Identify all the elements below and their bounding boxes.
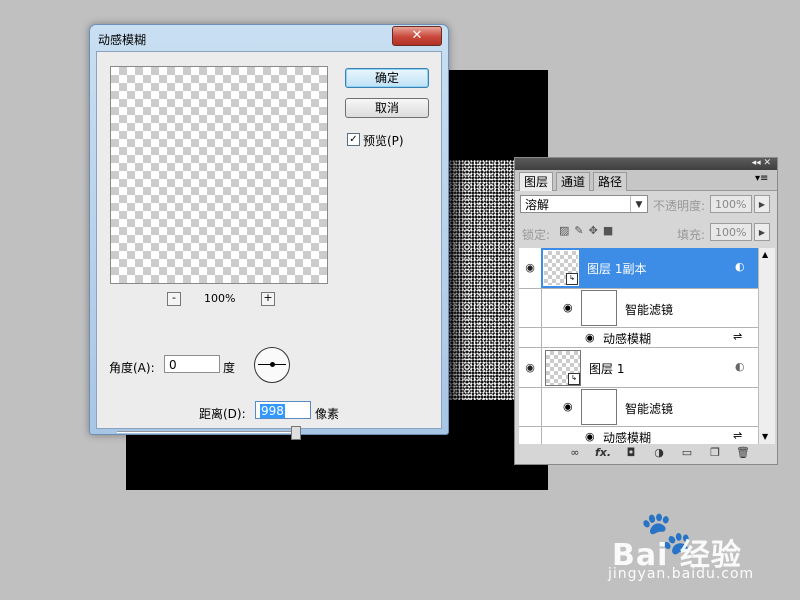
layer-thumbnail[interactable]: ↳ — [543, 250, 579, 286]
layer-row[interactable]: ◉ ↳ 图层 1 ◐ — [519, 348, 758, 388]
smart-filter-badge-icon: ◐ — [735, 360, 745, 373]
filter-eye-icon[interactable]: ◉ — [585, 430, 595, 443]
layers-bottom-bar: ∞ fx. ◘ ◑ ▭ ❐ 🗑 — [519, 446, 773, 462]
smart-filter-label: 智能滤镜 — [625, 303, 674, 317]
panel-menu-icon[interactable]: ▾≡ — [755, 173, 768, 184]
smart-filter-row[interactable]: ◉ 智能滤镜 — [519, 289, 758, 328]
zoom-out-button[interactable]: - — [167, 292, 181, 306]
smart-object-icon: ↳ — [568, 373, 580, 385]
layer-row[interactable]: ◉ ↳ 图层 1副本 ◐ — [519, 248, 758, 289]
lock-paint-icon[interactable]: ✎ — [574, 224, 588, 237]
scroll-up-icon[interactable]: ▲ — [762, 250, 768, 259]
filter-options-icon[interactable]: ⇌ — [733, 429, 742, 442]
layers-panel: ◂◂ ✕ 图层 通道 路径 ▾≡ 溶解 ▼ 不透明度: 100% ▶ 锁定: ▨… — [514, 157, 778, 465]
panel-collapse-close[interactable]: ◂◂ ✕ — [752, 158, 771, 168]
angle-unit: 度 — [223, 361, 236, 375]
watermark-url: jingyan.baidu.com — [608, 566, 755, 582]
fill-arrow-button[interactable]: ▶ — [754, 223, 770, 241]
visibility-eye-icon[interactable]: ◉ — [519, 348, 542, 387]
filter-row[interactable]: ◉ 动感模糊 ⇌ — [519, 328, 758, 348]
distance-unit: 像素 — [315, 407, 340, 421]
opacity-field[interactable]: 100% — [710, 195, 752, 213]
layer-name[interactable]: 图层 1 — [589, 360, 624, 377]
filter-name: 动感模糊 — [603, 332, 652, 346]
distance-label: 距离(D): — [199, 407, 246, 421]
opacity-label: 不透明度: — [653, 199, 706, 213]
lock-all-icon[interactable]: ■ — [603, 224, 618, 237]
smart-object-icon: ↳ — [566, 273, 578, 285]
smart-filter-row[interactable]: ◉ 智能滤镜 — [519, 388, 758, 427]
filter-eye-icon[interactable]: ◉ — [585, 331, 595, 344]
tab-channels[interactable]: 通道 — [556, 172, 591, 191]
lock-move-icon[interactable]: ✥ — [589, 224, 603, 237]
tab-paths[interactable]: 路径 — [593, 172, 628, 191]
tab-layers[interactable]: 图层 — [519, 172, 554, 191]
chevron-down-icon: ▼ — [630, 196, 647, 212]
angle-dial[interactable] — [254, 347, 290, 383]
filter-mask-thumbnail[interactable] — [581, 389, 617, 425]
angle-label: 角度(A): — [109, 361, 155, 375]
preview-area[interactable] — [110, 66, 328, 284]
preview-checkbox[interactable]: ✓ — [347, 133, 360, 146]
dialog-body: - 100% + 确定 取消 ✓ 预览(P) 角度(A): 0 度 距离(D):… — [96, 51, 442, 440]
ok-button[interactable]: 确定 — [345, 68, 429, 88]
filter-visibility-eye-icon[interactable]: ◉ — [563, 301, 573, 314]
layers-list: ◉ ↳ 图层 1副本 ◐ ◉ 智能滤镜 ◉ 动感模糊 ⇌ ◉ ↳ 图层 1 ◐ … — [519, 248, 758, 444]
distance-input[interactable]: 998 — [255, 401, 311, 419]
angle-dial-center — [270, 362, 275, 367]
lock-icons[interactable]: ▨✎✥■ — [559, 224, 618, 237]
filter-mask-thumbnail[interactable] — [581, 290, 617, 326]
trash-icon[interactable]: 🗑 — [735, 446, 751, 460]
filter-options-icon[interactable]: ⇌ — [733, 330, 742, 343]
layer-thumbnail[interactable]: ↳ — [545, 350, 581, 386]
visibility-eye-icon[interactable]: ◉ — [519, 248, 541, 288]
distance-slider-track[interactable] — [117, 431, 297, 433]
blend-mode-select[interactable]: 溶解 ▼ — [520, 195, 648, 213]
lock-label: 锁定: — [522, 228, 551, 242]
distance-value-selected: 998 — [260, 404, 285, 418]
blend-mode-value: 溶解 — [525, 198, 550, 212]
motion-blur-dialog: 动感模糊 ✕ - 100% + 确定 取消 ✓ 预览(P) 角度(A): 0 度… — [89, 24, 449, 440]
adjustment-icon[interactable]: ◑ — [651, 446, 667, 460]
fx-icon[interactable]: fx. — [595, 446, 611, 460]
filter-row[interactable]: ◉ 动感模糊 ⇌ — [519, 427, 758, 444]
layers-scrollbar[interactable]: ▲ ▼ — [758, 248, 775, 444]
opacity-arrow-button[interactable]: ▶ — [754, 195, 770, 213]
dialog-title: 动感模糊 — [98, 33, 147, 47]
folder-icon[interactable]: ▭ — [679, 446, 695, 460]
close-button[interactable]: ✕ — [392, 26, 442, 46]
filter-visibility-eye-icon[interactable]: ◉ — [563, 400, 573, 413]
fill-field[interactable]: 100% — [710, 223, 752, 241]
link-icon[interactable]: ∞ — [567, 446, 583, 460]
smart-filter-label: 智能滤镜 — [625, 402, 674, 416]
cancel-button[interactable]: 取消 — [345, 98, 429, 118]
zoom-level: 100% — [204, 292, 236, 305]
angle-input[interactable]: 0 — [164, 355, 220, 373]
zoom-in-button[interactable]: + — [261, 292, 275, 306]
filter-name: 动感模糊 — [603, 431, 652, 444]
smart-filter-badge-icon: ◐ — [735, 260, 745, 273]
panel-tabs: 图层 通道 路径 ▾≡ — [515, 170, 777, 191]
new-layer-icon[interactable]: ❐ — [707, 446, 723, 460]
mask-icon[interactable]: ◘ — [623, 446, 639, 460]
preview-label: 预览(P) — [363, 134, 404, 148]
distance-slider-thumb[interactable] — [291, 426, 301, 440]
lock-transparent-icon[interactable]: ▨ — [559, 224, 574, 237]
scroll-down-icon[interactable]: ▼ — [762, 432, 768, 441]
panel-topbar: ◂◂ ✕ — [515, 158, 777, 170]
fill-label: 填充: — [677, 228, 706, 242]
layer-name[interactable]: 图层 1副本 — [587, 260, 646, 277]
